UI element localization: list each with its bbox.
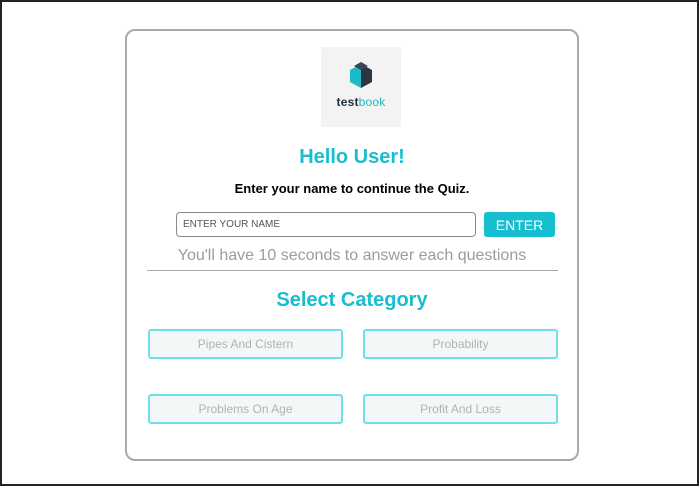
greeting-subtitle: Enter your name to continue the Quiz. [234,181,470,196]
name-input[interactable] [176,212,476,237]
testbook-logo: testbook [321,47,401,127]
greeting-title: Hello User! [299,146,405,168]
book-icon [350,62,372,88]
category-button-problems-on-age[interactable]: Problems On Age [148,394,343,424]
category-title: Select Category [276,289,428,311]
divider [147,270,558,271]
timer-hint: You'll have 10 seconds to answer each qu… [177,247,527,264]
enter-button[interactable]: ENTER [484,212,555,237]
category-button-profit-and-loss[interactable]: Profit And Loss [363,394,558,424]
logo-text-book: book [358,95,386,109]
category-button-pipes-and-cistern[interactable]: Pipes And Cistern [148,329,343,359]
logo-text-test: test [336,95,359,109]
quiz-card: testbook Hello User! Enter your name to … [125,29,579,461]
logo-wordmark: testbook [321,95,401,109]
category-button-probability[interactable]: Probability [363,329,558,359]
